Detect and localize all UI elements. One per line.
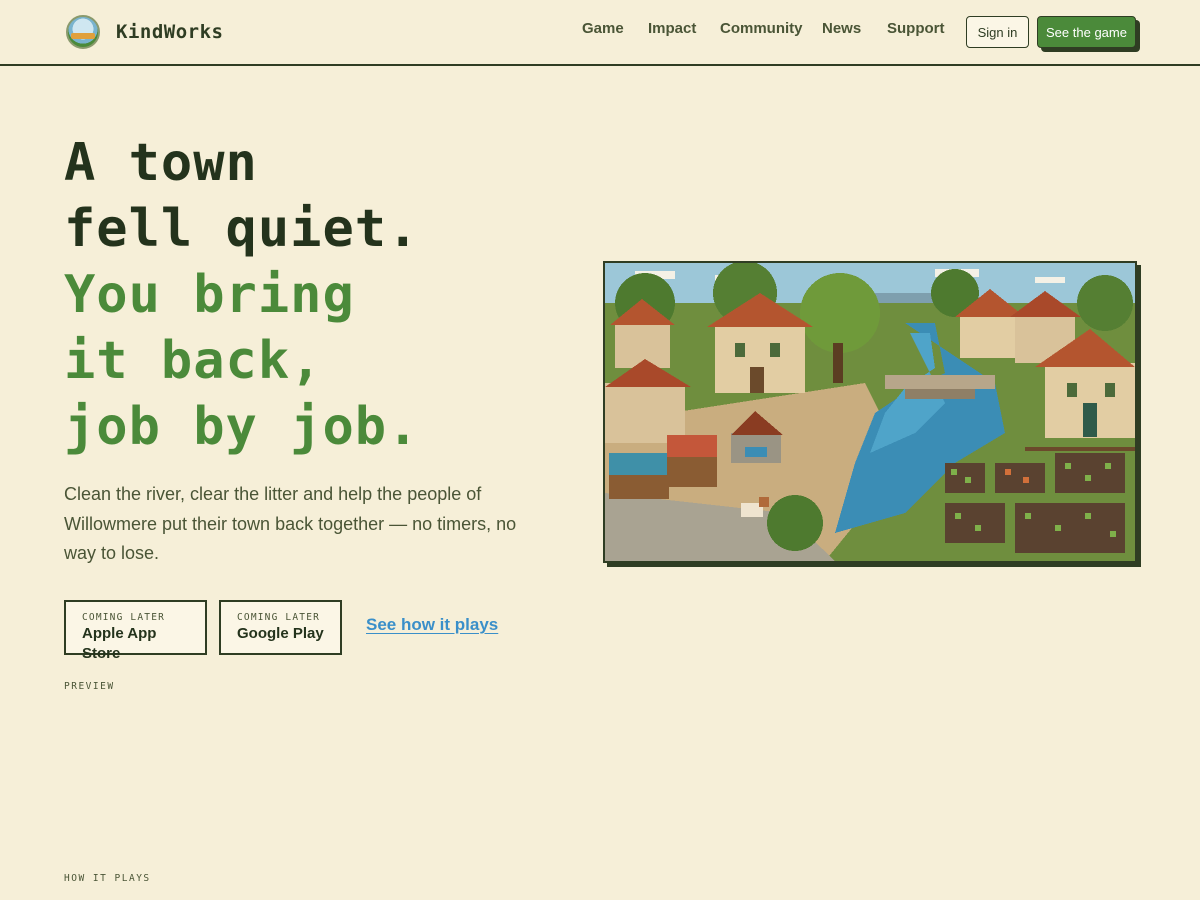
see-the-game-button[interactable]: See the game xyxy=(1037,16,1136,48)
nav-community[interactable]: Community xyxy=(720,20,803,44)
headline-line-accent: You bring xyxy=(64,265,355,325)
headline-line-accent: it back, xyxy=(64,331,323,391)
section-tag-how-it-plays: How it plays xyxy=(64,873,151,884)
store-kicker: Coming later xyxy=(237,612,321,623)
hero-lead-text: Clean the river, clear the litter and he… xyxy=(64,484,517,563)
apple-app-store-button[interactable]: Coming later Apple App Store xyxy=(64,600,207,662)
sign-in-button[interactable]: Sign in xyxy=(966,16,1029,48)
brand-name: KindWorks xyxy=(116,21,224,43)
globe-logo-icon xyxy=(66,15,100,49)
nav-news[interactable]: News xyxy=(822,20,861,44)
headline-line: A town xyxy=(64,133,258,193)
google-play-button[interactable]: Coming later Google Play xyxy=(219,600,342,655)
brand-home-link[interactable]: KindWorks xyxy=(66,14,223,50)
site-header: KindWorks Game Impact Community News Sup… xyxy=(0,0,1200,66)
hero-headline: A town fell quiet. You bring it back, jo… xyxy=(64,130,584,460)
nav-support[interactable]: Support xyxy=(887,20,945,44)
nav-game[interactable]: Game xyxy=(582,20,624,44)
nav-impact[interactable]: Impact xyxy=(648,20,696,44)
pixel-art-town-illustration-icon xyxy=(605,263,1135,561)
store-kicker: Coming later xyxy=(82,612,166,623)
see-how-it-plays-link[interactable]: See how it plays xyxy=(366,615,498,635)
hero-illustration xyxy=(603,261,1137,563)
headline-line-accent: job by job. xyxy=(64,397,420,457)
headline-line: fell quiet. xyxy=(64,199,420,259)
preview-tag: Preview xyxy=(64,681,115,692)
store-name: Apple App Store xyxy=(82,625,157,662)
store-name: Google Play xyxy=(237,625,324,642)
